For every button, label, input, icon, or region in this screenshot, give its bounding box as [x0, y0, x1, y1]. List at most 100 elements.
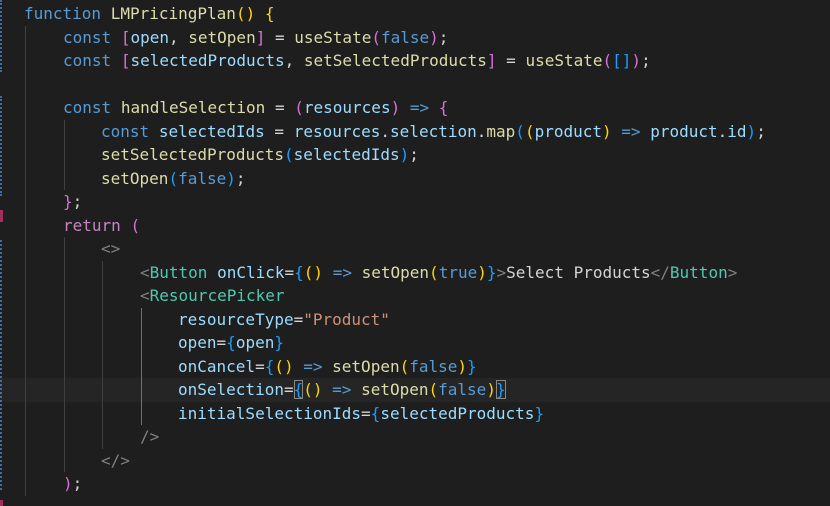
token-bracket: )	[486, 380, 496, 399]
code-line[interactable]: open={open}	[0, 331, 830, 355]
token-jsx-text: Select Products	[506, 262, 651, 282]
code-editor[interactable]: function LMPricingPlan() { const [open, …	[0, 0, 830, 506]
code-line[interactable]: const handleSelection = (resources) => {	[0, 96, 830, 120]
code-line[interactable]: initialSelectionIds={selectedProducts}	[0, 401, 830, 425]
token-bracket: (	[168, 168, 179, 188]
token-keyword: false	[380, 27, 430, 47]
indent-guide	[25, 284, 26, 308]
token-punct: ,	[284, 51, 295, 70]
token-bracket: }	[534, 403, 545, 423]
token-punct: .	[380, 121, 391, 141]
code-line[interactable]: resourceType="Product"	[0, 307, 830, 331]
token-operator: =	[284, 262, 295, 282]
code-line[interactable]: <Button onClick={() => setOpen(true)}>Se…	[0, 260, 830, 284]
code-line[interactable]: <>	[0, 237, 830, 261]
code-line[interactable]: setSelectedProducts(selectedIds);	[0, 143, 830, 167]
token-variable: selectedIds	[158, 121, 265, 141]
token-tag: Button	[669, 262, 728, 282]
token-arrow: =>	[409, 98, 430, 117]
code-line[interactable]: function LMPricingPlan() {	[0, 2, 830, 26]
token-bracket: )	[477, 262, 487, 282]
indent-guide	[141, 307, 142, 331]
indent-guide	[64, 143, 65, 167]
token-tag: Button	[149, 262, 208, 282]
code-line[interactable]: const [open, setOpen] = useState(false);	[0, 25, 830, 49]
indent-guide	[64, 237, 65, 261]
token-attribute: resourceType	[178, 309, 294, 329]
indent-guide	[64, 119, 65, 143]
code-line[interactable]: };	[0, 190, 830, 214]
code-text: const handleSelection = (resources) => {	[63, 96, 448, 120]
code-text: <>	[101, 237, 120, 261]
token-attribute: initialSelectionIds	[178, 403, 362, 423]
code-line[interactable]: const [selectedProducts, setSelectedProd…	[0, 49, 830, 73]
code-text: setOpen(false);	[101, 167, 246, 191]
indent-guide	[102, 425, 103, 449]
indent-guide	[25, 143, 26, 167]
code-line[interactable]: );	[0, 472, 830, 496]
code-line[interactable]: />	[0, 425, 830, 449]
code-line-active[interactable]: onSelection={() => setOpen(false)}	[0, 378, 830, 402]
indent-guide	[25, 260, 26, 284]
code-line[interactable]	[0, 72, 830, 96]
indent-guide	[141, 331, 142, 355]
token-bracket: {	[226, 333, 236, 352]
matched-bracket: }	[495, 380, 506, 399]
token-variable: resources	[303, 98, 391, 117]
indent-guide	[141, 354, 142, 378]
code-text: open={open}	[178, 331, 284, 355]
token-operator: =	[274, 27, 285, 47]
indent-guide	[25, 401, 26, 425]
token-punct: ;	[438, 27, 449, 47]
code-line[interactable]: return (	[0, 213, 830, 237]
token-tag-punct: <>	[101, 239, 121, 258]
token-tag: ResourcePicker	[149, 286, 285, 305]
token-variable: selectedIds	[293, 145, 400, 164]
code-line[interactable]: <ResourcePicker	[0, 284, 830, 308]
token-string: "Product"	[303, 309, 390, 329]
token-function: setSelectedProducts	[101, 145, 285, 164]
code-line[interactable]: setOpen(false);	[0, 166, 830, 191]
token-variable: product	[650, 121, 718, 141]
token-function: LMPricingPlan	[110, 4, 236, 23]
indent-guide	[25, 49, 26, 73]
token-keyword: const	[63, 98, 112, 117]
code-text: onCancel={() => setOpen(false)}	[178, 355, 477, 379]
indent-guide	[25, 448, 26, 472]
token-keyword: return	[63, 215, 121, 235]
indent-guide	[141, 378, 142, 402]
token-bracket: )	[746, 121, 757, 141]
token-bracket: }	[63, 192, 73, 211]
token-variable: open	[130, 27, 169, 47]
token-bracket: ()	[303, 262, 324, 282]
indent-guide	[64, 166, 65, 190]
indent-guide	[25, 378, 26, 402]
code-line[interactable]: onCancel={() => setOpen(false)}	[0, 354, 830, 379]
token-bracket: ()	[303, 380, 323, 399]
indent-guide	[64, 307, 65, 331]
code-line[interactable]: const selectedIds = resources.selection.…	[0, 119, 830, 143]
token-keyword: function	[24, 4, 102, 23]
code-lines: function LMPricingPlan() { const [open, …	[0, 2, 830, 496]
indent-guide	[64, 354, 65, 378]
token-function: setOpen	[101, 168, 169, 188]
token-bracket: ]	[486, 51, 497, 70]
token-function: setOpen	[361, 262, 430, 282]
token-bracket: )	[399, 145, 410, 164]
token-bracket: )	[602, 121, 612, 141]
indent-guide	[25, 25, 26, 49]
token-bracket: [	[120, 51, 131, 70]
token-variable: resources	[293, 121, 381, 141]
token-bracket: )	[631, 51, 642, 70]
token-variable: id	[727, 121, 747, 141]
code-text: setSelectedProducts(selectedIds);	[101, 143, 419, 167]
token-bracket: ]	[255, 27, 266, 47]
token-function: setOpen	[188, 27, 256, 47]
code-line[interactable]: </>	[0, 448, 830, 472]
token-keyword: const	[101, 121, 150, 141]
indent-guide	[64, 401, 65, 425]
token-attribute: open	[178, 333, 217, 352]
token-operator: =	[216, 333, 227, 352]
indent-guide	[64, 425, 65, 449]
token-bracket: (	[428, 380, 439, 399]
